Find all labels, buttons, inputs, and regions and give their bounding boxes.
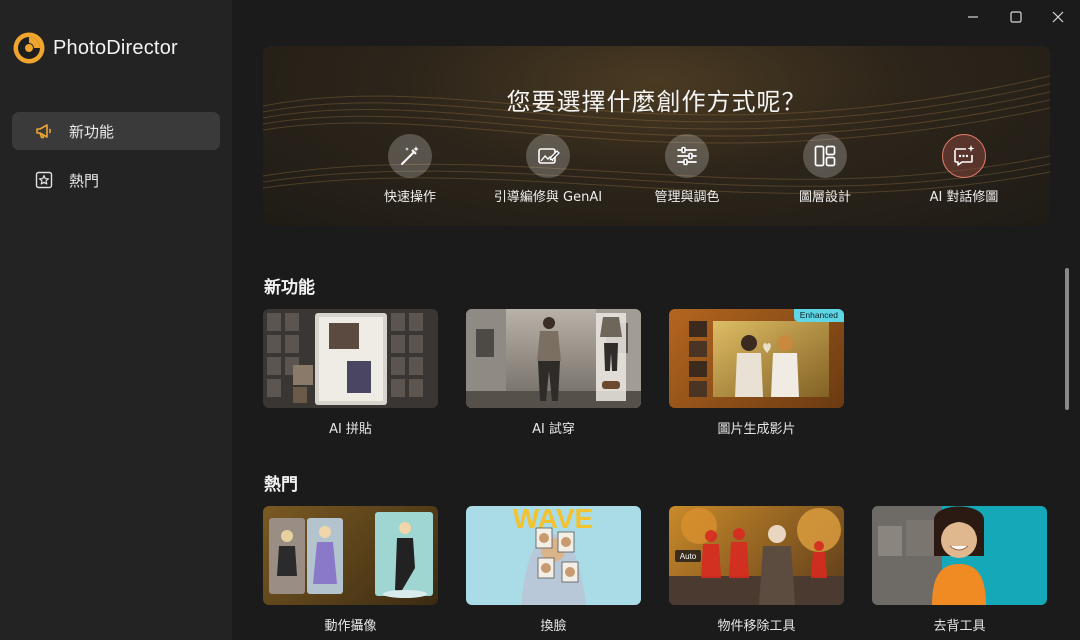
action-label: 管理與調色 (654, 190, 720, 205)
enhanced-badge: Enhanced (793, 309, 844, 322)
vertical-scrollbar[interactable] (1065, 268, 1069, 410)
motion-capture-thumbnail (263, 506, 438, 605)
card-label: 圖片生成影片 (717, 422, 796, 437)
create-mode-banner: 您要選擇什麼創作方式呢？ 快速操作 引導編修與 GenAI 管理與調色 圖層設計 (263, 46, 1050, 226)
ai-collage-thumbnail (263, 309, 438, 408)
maximize-button[interactable] (1003, 6, 1029, 28)
action-label: 快速操作 (383, 190, 436, 205)
guided-edit-genai-button[interactable]: 引導編修與 GenAI (473, 134, 623, 205)
minimize-button[interactable] (960, 6, 986, 28)
quick-actions-button[interactable]: 快速操作 (335, 134, 485, 205)
card-label: AI 拼貼 (329, 422, 372, 437)
image-to-video-card[interactable]: Enhanced 圖片生成影片 (669, 309, 844, 437)
megaphone-icon (34, 121, 54, 141)
magic-wand-icon (388, 134, 432, 178)
close-icon (1052, 11, 1064, 23)
sidebar-item-label: 新功能 (69, 122, 115, 141)
action-label: 圖層設計 (798, 190, 851, 205)
chat-sparkle-icon (942, 134, 986, 178)
motion-capture-card[interactable]: 動作攝像 (263, 506, 438, 634)
ai-try-on-card[interactable]: AI 試穿 (466, 309, 641, 437)
background-removal-thumbnail (872, 506, 1047, 605)
sidebar-item-popular[interactable]: 熱門 (12, 161, 220, 199)
ai-chat-edit-button[interactable]: AI 對話修圖 (889, 134, 1039, 205)
action-label: AI 對話修圖 (929, 190, 999, 205)
sidebar: PhotoDirector 新功能 熱門 (0, 0, 232, 640)
main-content: 您要選擇什麼創作方式呢？ 快速操作 引導編修與 GenAI 管理與調色 圖層設計 (232, 0, 1080, 640)
card-label: 動作攝像 (324, 619, 377, 634)
ai-collage-card[interactable]: AI 拼貼 (263, 309, 438, 437)
image-to-video-thumbnail: Enhanced (669, 309, 844, 408)
image-edit-icon (526, 134, 570, 178)
manage-and-color-button[interactable]: 管理與調色 (612, 134, 762, 205)
app-name: PhotoDirector (53, 36, 178, 59)
sidebar-item-new-features[interactable]: 新功能 (12, 112, 220, 150)
face-swap-thumbnail: WAVE (466, 506, 641, 605)
card-label: 去背工具 (933, 619, 986, 634)
object-removal-thumbnail: Auto (669, 506, 844, 605)
card-label: 物件移除工具 (717, 619, 796, 634)
card-label: 換臉 (540, 619, 567, 634)
minimize-icon (968, 16, 978, 18)
section-title-popular: 熱門 (264, 475, 298, 495)
sidebar-item-label: 熱門 (69, 171, 100, 190)
background-removal-card[interactable]: 去背工具 (872, 506, 1047, 634)
object-removal-card[interactable]: Auto 物件移除工具 (669, 506, 844, 634)
close-button[interactable] (1045, 6, 1071, 28)
action-label: 引導編修與 GenAI (493, 190, 603, 205)
wave-overlay-text: WAVE (513, 506, 593, 534)
card-label: AI 試穿 (532, 422, 575, 437)
banner-title: 您要選擇什麼創作方式呢？ (506, 88, 807, 116)
app-logo: PhotoDirector (12, 31, 178, 65)
auto-overlay-label: Auto (680, 552, 697, 561)
ai-try-on-thumbnail (466, 309, 641, 408)
layer-design-button[interactable]: 圖層設計 (750, 134, 900, 205)
photodirector-logo-icon (13, 32, 45, 64)
maximize-icon (1010, 11, 1022, 23)
sliders-icon (665, 134, 709, 178)
layers-layout-icon (803, 134, 847, 178)
star-icon (34, 170, 54, 190)
face-swap-card[interactable]: WAVE 換臉 (466, 506, 641, 634)
section-title-new-features: 新功能 (264, 278, 315, 298)
